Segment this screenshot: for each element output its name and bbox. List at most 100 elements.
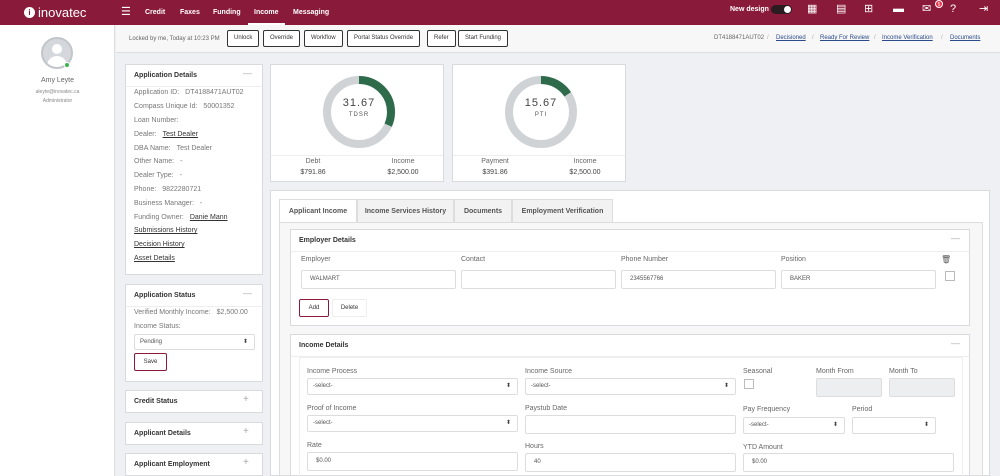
pay-frequency-select[interactable]: -select- ⬍ [743, 417, 845, 434]
seasonal-checkbox[interactable] [744, 379, 754, 389]
select-arrows-icon: ⬍ [505, 383, 511, 389]
tdsr-card: 31.67 TDSR Debt $791.86 Income $2,500.00 [270, 64, 444, 182]
tdsr-value: 31.67 [342, 97, 376, 109]
dealer-link[interactable]: Test Dealer [163, 131, 198, 138]
notification-badge: 5 [935, 0, 943, 8]
new-design-label: New design [730, 6, 769, 13]
add-box-icon[interactable]: ⊞ [864, 3, 873, 16]
income-source-label: Income Source [525, 368, 573, 375]
document-icon[interactable]: ▤ [836, 3, 846, 16]
submissions-history-link[interactable]: Submissions History [134, 227, 197, 234]
tab-applicant-income[interactable]: Applicant Income [279, 199, 357, 222]
hours-label: Hours [525, 443, 544, 450]
application-details-card: Application Details — Application ID: DT4… [125, 64, 263, 275]
tdsr-label: TDSR [348, 112, 370, 118]
phone-number-input[interactable]: 2345567766 [621, 270, 776, 289]
mail-icon[interactable]: ✉ [922, 3, 931, 16]
tab-income-services-history[interactable]: Income Services History [357, 199, 454, 222]
breadcrumb-ready-for-review[interactable]: Ready For Review [820, 35, 869, 41]
proof-of-income-select[interactable]: -select- ⬍ [307, 415, 518, 432]
field-dealer: Dealer: Test Dealer [134, 131, 198, 138]
breadcrumb-income-verification[interactable]: Income Verification [882, 35, 933, 41]
tab-documents[interactable]: Documents [454, 199, 512, 222]
pti-value: 15.67 [524, 97, 558, 109]
pti-card: 15.67 PTI Payment $391.86 Income $2,500.… [452, 64, 626, 182]
portal-status-override-button[interactable]: Portal Status Override [347, 30, 421, 47]
user-email: aleyte@inovatec.ca [35, 89, 80, 95]
override-button[interactable]: Override [263, 30, 301, 47]
delete-employer-button[interactable]: Delete [332, 299, 367, 317]
expand-icon[interactable]: + [243, 394, 249, 405]
top-navbar: i inovatec ☰ Credit Faxes Funding Income… [0, 0, 1000, 25]
logout-icon[interactable]: ⇥ [979, 3, 988, 16]
month-from-label: Month From [816, 368, 854, 375]
income-value: $2,500.00 [569, 169, 601, 176]
refer-button[interactable]: Refer [427, 30, 456, 47]
paystub-date-input[interactable] [525, 415, 736, 434]
breadcrumb-documents[interactable]: Documents [950, 35, 980, 41]
period-select[interactable]: ⬍ [852, 417, 936, 434]
month-to-label: Month To [889, 368, 918, 375]
debt-value: $791.86 [300, 169, 326, 176]
trash-icon[interactable]: 🗑 [941, 255, 951, 264]
paystub-date-label: Paystub Date [525, 405, 568, 412]
applicant-details-card[interactable]: Applicant Details + [125, 422, 263, 445]
field-dba-name: DBA Name: Test Dealer [134, 145, 212, 152]
action-bar: Locked by me, Today at 10:23 PM Unlock O… [116, 25, 1000, 53]
contact-input[interactable] [461, 270, 616, 289]
income-source-select[interactable]: -select- ⬍ [525, 378, 736, 395]
add-employer-button[interactable]: Add [299, 299, 329, 317]
nav-income[interactable]: Income [248, 0, 285, 25]
expand-icon[interactable]: + [243, 457, 249, 468]
income-process-label: Income Process [307, 368, 358, 375]
income-process-select[interactable]: -select- ⬍ [307, 378, 518, 395]
payment-label: Payment [481, 158, 509, 165]
decision-history-link[interactable]: Decision History [134, 241, 185, 248]
credit-status-card[interactable]: Credit Status + [125, 390, 263, 413]
tab-employment-verification[interactable]: Employment Verification [512, 199, 613, 222]
collapse-icon[interactable]: — [951, 233, 960, 243]
funding-owner-link[interactable]: Danie Mann [190, 214, 228, 221]
user-role: Administrator [42, 98, 73, 104]
user-sidebar: Amy Leyte aleyte@inovatec.ca Administrat… [0, 25, 115, 476]
income-status-select[interactable]: Pending ⬍ [134, 334, 255, 350]
employer-select-checkbox[interactable] [945, 271, 955, 281]
ytd-amount-input[interactable]: $0.00 [743, 453, 954, 472]
collapse-icon[interactable]: — [243, 68, 252, 78]
nav-funding[interactable]: Funding [213, 0, 241, 25]
breadcrumb-decisioned[interactable]: Decisioned [776, 35, 806, 41]
collapse-icon[interactable]: — [951, 338, 960, 348]
breadcrumb-separator: / [941, 35, 943, 41]
calculator-icon[interactable]: ▦ [807, 3, 817, 16]
collapse-icon[interactable]: — [243, 288, 252, 298]
hours-input[interactable]: 40 [525, 453, 736, 472]
card-title: Credit Status [134, 398, 178, 405]
card-title: Applicant Details [134, 430, 191, 437]
field-application-id: Application ID: DT4188471AUT02 [134, 89, 244, 96]
brand-logo[interactable]: i inovatec [24, 5, 86, 20]
unlock-button[interactable]: Unlock [227, 30, 260, 47]
nav-faxes[interactable]: Faxes [180, 0, 200, 25]
position-input[interactable]: BAKER [781, 270, 936, 289]
verified-monthly-income: Verified Monthly Income: $2,500.00 [134, 309, 248, 316]
application-status-card: Application Status — Verified Monthly In… [125, 284, 263, 382]
pay-frequency-label: Pay Frequency [743, 406, 791, 413]
start-funding-button[interactable]: Start Funding [458, 30, 509, 47]
applicant-employment-card[interactable]: Applicant Employment + [125, 453, 263, 476]
folder-icon[interactable]: ▬ [893, 3, 904, 16]
employer-input[interactable]: WALMART [301, 270, 456, 289]
workflow-button[interactable]: Workflow [304, 30, 343, 47]
help-icon[interactable]: ? [950, 3, 956, 16]
nav-messaging[interactable]: Messaging [293, 0, 329, 25]
nav-credit[interactable]: Credit [145, 0, 165, 25]
payment-value: $391.86 [482, 169, 508, 176]
menu-icon[interactable]: ☰ [121, 5, 131, 18]
pti-label: PTI [534, 112, 548, 118]
new-design-toggle[interactable] [771, 5, 792, 14]
field-other-name: Other Name: - [134, 158, 183, 165]
user-name: Amy Leyte [40, 77, 75, 84]
save-button[interactable]: Save [134, 353, 167, 371]
rate-input[interactable]: $0.00 [307, 452, 518, 471]
expand-icon[interactable]: + [243, 426, 249, 437]
asset-details-link[interactable]: Asset Details [134, 255, 175, 262]
